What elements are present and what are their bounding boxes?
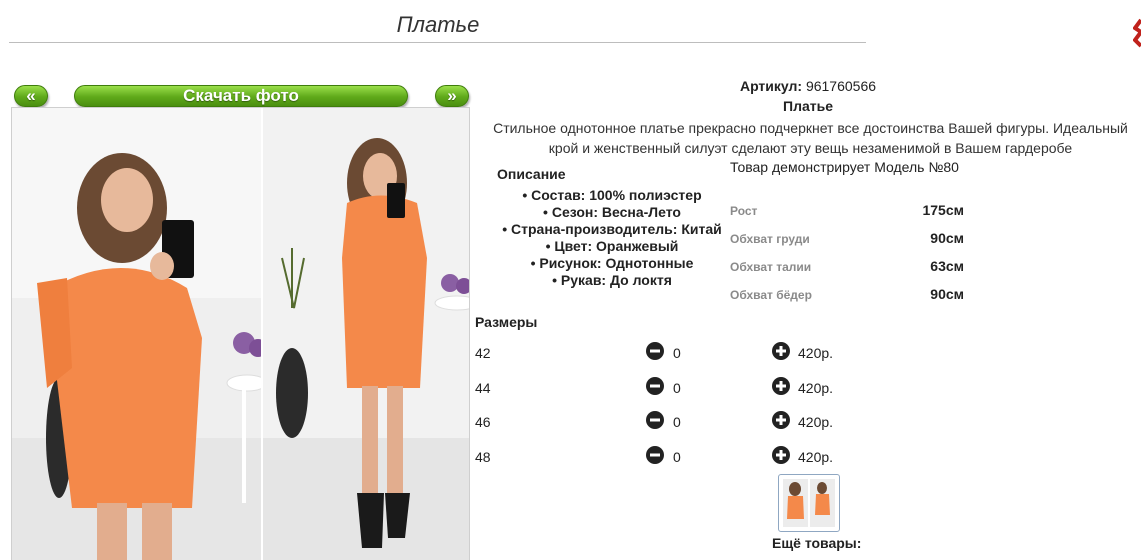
size-value: 46 — [475, 414, 491, 430]
sizes-heading: Размеры — [475, 314, 538, 330]
measurement-value: 175см — [922, 202, 964, 218]
product-name: Платье — [783, 98, 833, 114]
measurement-value: 90см — [930, 230, 964, 246]
size-value: 42 — [475, 345, 491, 361]
page-title: Платье — [396, 12, 480, 37]
size-value: 44 — [475, 380, 491, 396]
feature-item: Рисунок: Однотонные — [490, 255, 734, 272]
product-thumbnail[interactable] — [778, 474, 840, 532]
product-description: Стильное однотонное платье прекрасно под… — [493, 120, 1128, 156]
plus-circle-icon[interactable] — [771, 410, 791, 430]
plus-circle-icon[interactable] — [771, 445, 791, 465]
feature-item: Страна-производитель: Китай — [490, 221, 734, 238]
quantity-value: 0 — [673, 345, 681, 361]
quantity-value: 0 — [673, 380, 681, 396]
quantity-value: 0 — [673, 449, 681, 465]
download-photo-button[interactable]: Скачать фото — [74, 85, 408, 107]
feature-item: Рукав: До локтя — [490, 272, 734, 289]
product-photo[interactable] — [11, 107, 470, 560]
measurement-label: Обхват талии — [730, 260, 812, 274]
feature-item: Цвет: Оранжевый — [490, 238, 734, 255]
prev-photo-button[interactable]: « — [14, 85, 48, 107]
size-row: 44 0 420р. — [475, 376, 875, 400]
measurement-row: Рост 175см — [730, 201, 966, 221]
article-value: 961760566 — [805, 78, 877, 94]
size-value: 48 — [475, 449, 491, 465]
minus-circle-icon[interactable] — [645, 445, 665, 465]
feature-list: Состав: 100% полиэстер Сезон: Весна-Лето… — [490, 187, 734, 289]
next-photo-button[interactable]: » — [435, 85, 469, 107]
measurement-label: Обхват бёдер — [730, 288, 812, 302]
description-heading: Описание — [497, 166, 566, 182]
measurement-value: 63см — [930, 258, 964, 274]
thumbnail-image — [783, 479, 835, 527]
measurement-label: Обхват груди — [730, 232, 810, 246]
plus-circle-icon[interactable] — [771, 376, 791, 396]
plus-circle-icon[interactable] — [771, 341, 791, 361]
measurement-row: Обхват груди 90см — [730, 229, 966, 249]
article-line: Артикул: 961760566 — [475, 78, 1141, 94]
minus-circle-icon[interactable] — [645, 376, 665, 396]
feature-item: Сезон: Весна-Лето — [490, 204, 734, 221]
minus-circle-icon[interactable] — [645, 410, 665, 430]
measurement-label: Рост — [730, 204, 758, 218]
price-value: 420р. — [798, 380, 834, 396]
size-row: 48 0 420р. — [475, 445, 875, 469]
size-row: 42 0 420р. — [475, 341, 875, 365]
size-row: 46 0 420р. — [475, 410, 875, 434]
price-value: 420р. — [798, 414, 834, 430]
title-divider — [9, 42, 866, 43]
corner-decoration-icon — [1133, 18, 1141, 48]
feature-item: Состав: 100% полиэстер — [490, 187, 734, 204]
minus-circle-icon[interactable] — [645, 341, 665, 361]
price-value: 420р. — [798, 345, 834, 361]
measurement-row: Обхват талии 63см — [730, 257, 966, 277]
measurement-value: 90см — [930, 286, 964, 302]
price-value: 420р. — [798, 449, 834, 465]
model-line: Товар демонстрирует Модель №80 — [730, 159, 959, 175]
measurement-row: Обхват бёдер 90см — [730, 285, 966, 305]
article-label: Артикул: — [739, 78, 803, 94]
more-products-heading: Ещё товары: — [772, 535, 862, 551]
quantity-value: 0 — [673, 414, 681, 430]
